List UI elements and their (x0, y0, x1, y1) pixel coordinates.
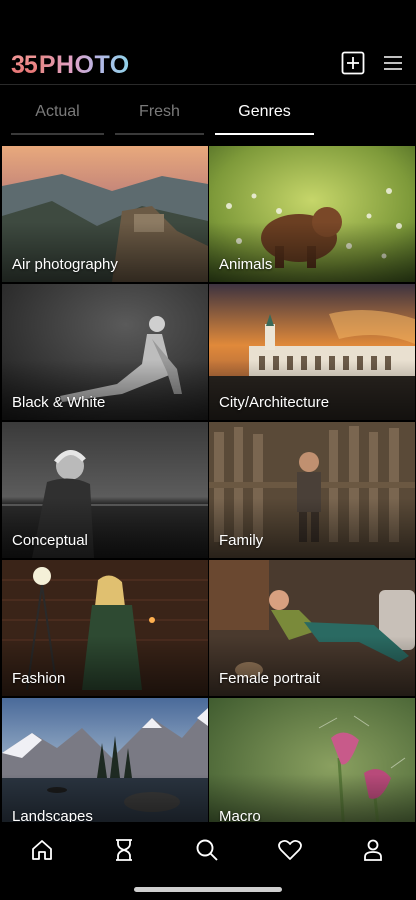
plus-square-icon (341, 51, 365, 75)
add-photo-button[interactable] (338, 48, 368, 78)
hamburger-menu-icon (384, 56, 402, 70)
section-tabs: Actual Fresh Genres (0, 86, 416, 138)
profile-icon (364, 839, 382, 861)
genre-tile-air-photography[interactable]: Air photography (2, 146, 208, 282)
genre-tile-landscapes[interactable]: Landscapes (2, 698, 208, 822)
genre-tile-family[interactable]: Family (209, 422, 415, 558)
genre-label: Macro (219, 808, 261, 822)
genre-label: Black & White (12, 394, 106, 411)
tab-fresh[interactable]: Fresh (115, 86, 204, 138)
genre-label: Fashion (12, 670, 66, 687)
genre-label: City/Architecture (219, 394, 330, 411)
nav-profile-button[interactable] (357, 834, 389, 866)
genre-tile-female-portrait[interactable]: Female portrait (209, 560, 415, 696)
genre-label: Conceptual (12, 532, 88, 549)
tab-label: Fresh (139, 103, 180, 120)
app-logo[interactable]: 35 PHOTO (11, 50, 130, 80)
search-icon (196, 839, 218, 861)
genre-tile-black-and-white[interactable]: Black & White (2, 284, 208, 420)
home-indicator (134, 887, 282, 892)
genre-tile-animals[interactable]: Animals (209, 146, 415, 282)
genre-label: Female portrait (219, 670, 320, 687)
nav-search-button[interactable] (191, 834, 223, 866)
nav-home-button[interactable] (26, 834, 58, 866)
menu-button[interactable] (378, 48, 408, 78)
genre-label: Animals (219, 256, 273, 273)
logo-mark: 35 (11, 50, 38, 79)
genre-label: Landscapes (12, 808, 93, 822)
tab-label: Actual (35, 103, 80, 120)
home-icon (32, 840, 52, 860)
app-header: 35 PHOTO (0, 0, 416, 85)
tab-label: Genres (238, 103, 291, 120)
genre-tile-macro[interactable]: Macro (209, 698, 415, 822)
heart-icon (278, 839, 302, 860)
genre-tile-city-architecture[interactable]: City/Architecture (209, 284, 415, 420)
genre-tile-conceptual[interactable]: Conceptual (2, 422, 208, 558)
genre-label: Family (219, 532, 264, 549)
nav-favorites-button[interactable] (274, 834, 306, 866)
logo-text: PHOTO (38, 50, 130, 79)
tab-actual[interactable]: Actual (11, 86, 104, 138)
bottom-navigation (0, 822, 416, 900)
genre-label: Air photography (12, 256, 118, 273)
nav-pending-button[interactable] (108, 834, 140, 866)
hourglass-icon (116, 839, 132, 861)
tab-genres[interactable]: Genres (215, 86, 314, 138)
genre-tile-fashion[interactable]: Fashion (2, 560, 208, 696)
genre-grid: Air photography Animals Black & White Ci… (0, 146, 416, 822)
